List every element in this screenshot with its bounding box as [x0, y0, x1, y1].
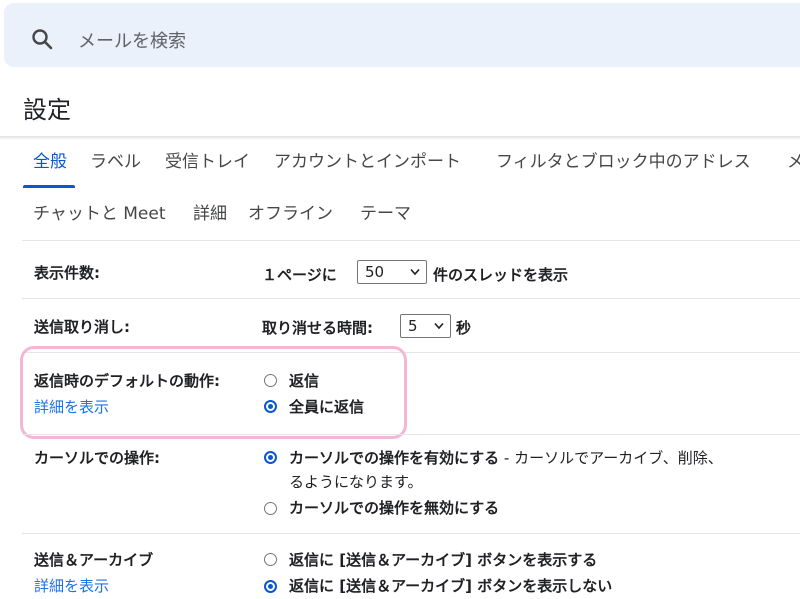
cursor-actions-enable-radio[interactable]: [264, 451, 277, 464]
cursor-actions-disable-option[interactable]: カーソルでの操作を無効にする: [289, 497, 499, 518]
settings-tabs-row2: チャットと Meet 詳細 オフライン テーマ: [0, 200, 800, 232]
send-archive-hide-radio[interactable]: [264, 580, 277, 593]
display-count-prefix: １ページに: [262, 266, 337, 284]
search-icon[interactable]: [30, 27, 54, 51]
search-input[interactable]: メールを検索: [78, 27, 186, 53]
tab-more[interactable]: メ: [787, 148, 800, 188]
header-divider: [0, 136, 800, 140]
cursor-actions-disable-radio[interactable]: [264, 502, 277, 515]
tab-offline[interactable]: オフライン: [248, 200, 333, 228]
undo-send-prefix: 取り消せる時間:: [262, 319, 373, 337]
settings-tabs: 全般 ラベル 受信トレイ アカウントとインポート フィルタとブロック中のアドレス…: [0, 148, 800, 188]
display-count-suffix: 件のスレッドを表示: [433, 266, 569, 284]
divider: [22, 240, 800, 241]
display-count-select[interactable]: 50: [357, 260, 427, 284]
cursor-actions-enable-desc: - カーソルでアーカイブ、削除、: [499, 449, 723, 467]
tab-advanced[interactable]: 詳細: [193, 200, 227, 228]
tab-inbox[interactable]: 受信トレイ: [165, 148, 250, 188]
send-archive-hide-option[interactable]: 返信に [送信＆アーカイブ] ボタンを表示しない: [289, 575, 612, 596]
chevron-down-icon: [434, 322, 444, 330]
divider: [22, 434, 800, 435]
tab-labels[interactable]: ラベル: [90, 148, 141, 188]
cursor-actions-enable-label: カーソルでの操作を有効にする: [289, 449, 500, 467]
tab-filters-blocked[interactable]: フィルタとブロック中のアドレス: [496, 148, 751, 188]
undo-send-select[interactable]: 5: [400, 314, 451, 338]
active-tab-indicator: [23, 185, 75, 188]
send-archive-label: 送信＆アーカイブ: [34, 551, 154, 569]
display-count-value: 50: [365, 263, 385, 281]
display-count-label: 表示件数:: [34, 264, 100, 282]
chevron-down-icon: [410, 268, 420, 276]
tab-accounts-import[interactable]: アカウントとインポート: [274, 148, 461, 188]
tab-chat-meet[interactable]: チャットと Meet: [33, 200, 166, 228]
highlight-annotation: [20, 346, 407, 439]
tab-themes[interactable]: テーマ: [360, 200, 411, 228]
divider: [22, 533, 800, 534]
tab-general[interactable]: 全般: [33, 148, 67, 188]
cursor-actions-enable-option[interactable]: カーソルでの操作を有効にする - カーソルでアーカイブ、削除、: [289, 447, 723, 468]
search-bar[interactable]: メールを検索: [4, 3, 800, 67]
divider: [22, 298, 800, 299]
cursor-actions-enable-desc-cont: るようになります。: [289, 473, 423, 491]
undo-send-label: 送信取り消し:: [34, 318, 130, 336]
settings-header: 設定: [0, 78, 800, 136]
page-title: 設定: [23, 96, 71, 124]
undo-send-suffix: 秒: [456, 319, 472, 337]
send-archive-learn-more-link[interactable]: 詳細を表示: [34, 575, 109, 596]
cursor-actions-label: カーソルでの操作:: [34, 449, 160, 467]
undo-send-value: 5: [408, 317, 418, 335]
send-archive-show-option[interactable]: 返信に [送信＆アーカイブ] ボタンを表示する: [289, 549, 597, 570]
send-archive-show-radio[interactable]: [264, 553, 277, 566]
